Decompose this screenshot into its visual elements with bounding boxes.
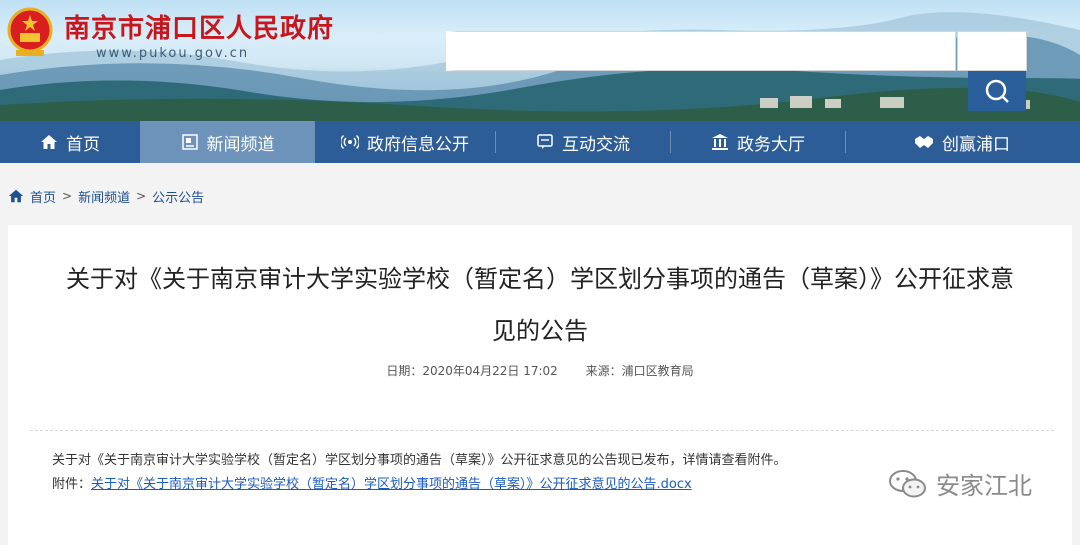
site-url: www.pukou.gov.cn: [96, 46, 250, 61]
nav-item-business[interactable]: 创赢浦口: [846, 121, 1078, 163]
article-title-line2: 见的公告: [492, 317, 588, 345]
news-icon: [181, 133, 199, 151]
national-emblem-icon: [7, 7, 53, 56]
article-date: 日期：2020年04月22日 17:02: [386, 364, 558, 378]
nav-item-interaction[interactable]: 互动交流: [496, 121, 670, 163]
nav-item-home[interactable]: 首页: [0, 121, 140, 163]
article-body: 关于对《关于南京审计大学实验学校（暂定名）学区划分事项的通告（草案）》公开征求意…: [52, 449, 787, 497]
nav-item-label: 创赢浦口: [942, 134, 1010, 155]
breadcrumb-separator: >: [136, 189, 147, 203]
nav-item-label: 互动交流: [562, 134, 630, 155]
breadcrumb: 首页 > 新闻频道 > 公示公告: [8, 186, 204, 206]
header-banner: 南京市浦口区人民政府 www.pukou.gov.cn: [0, 0, 1080, 121]
nav-item-label: 政府信息公开: [367, 134, 469, 155]
handshake-icon: [914, 133, 934, 151]
broadcast-icon: [341, 133, 359, 151]
search-input-right: [957, 31, 1027, 71]
article-meta: 日期：2020年04月22日 17:02 来源：浦口区教育局: [8, 362, 1072, 379]
article-source: 来源：浦口区教育局: [585, 364, 694, 378]
breadcrumb-item-home[interactable]: 首页: [30, 187, 56, 206]
home-icon: [8, 189, 24, 203]
wechat-icon: [889, 469, 926, 497]
nav-item-label: 首页: [66, 134, 100, 155]
search-icon: [985, 79, 1009, 103]
breadcrumb-separator: >: [62, 189, 73, 203]
attachment-label: 附件：: [52, 477, 92, 492]
nav-item-label: 新闻频道: [206, 134, 275, 155]
article-divider: [30, 430, 1054, 431]
home-icon: [40, 133, 58, 151]
hall-icon: [711, 133, 729, 151]
attachment-link[interactable]: 关于对《关于南京审计大学实验学校（暂定名）学区划分事项的通告（草案）》公开征求意…: [91, 477, 692, 492]
nav-item-service-hall[interactable]: 政务大厅: [671, 121, 845, 163]
breadcrumb-item-news[interactable]: 新闻频道: [78, 187, 130, 206]
attachment-row: 附件：关于对《关于南京审计大学实验学校（暂定名）学区划分事项的通告（草案）》公开…: [52, 473, 787, 497]
nav-item-label: 政务大厅: [737, 134, 805, 155]
chat-icon: [536, 133, 554, 151]
site-title[interactable]: 南京市浦口区人民政府: [64, 8, 334, 45]
wechat-watermark: 安家江北: [888, 466, 1032, 501]
search-input[interactable]: [446, 31, 956, 71]
article-body-text: 关于对《关于南京审计大学实验学校（暂定名）学区划分事项的通告（草案）》公开征求意…: [52, 453, 787, 468]
article-title: 关于对《关于南京审计大学实验学校（暂定名）学区划分事项的通告（草案）》公开征求意…: [20, 253, 1060, 357]
breadcrumb-item-notice[interactable]: 公示公告: [152, 187, 204, 206]
main-nav: 首页 新闻频道 政府信息公开 互动交流 政务大厅 创赢浦口: [0, 121, 1080, 163]
nav-item-gov-info[interactable]: 政府信息公开: [315, 121, 495, 163]
search-button[interactable]: [968, 71, 1026, 111]
watermark-text: 安家江北: [936, 472, 1032, 500]
article-title-line1: 关于对《关于南京审计大学实验学校（暂定名）学区划分事项的通告（草案）》公开征求意: [66, 265, 1014, 293]
nav-item-news[interactable]: 新闻频道: [140, 121, 315, 163]
